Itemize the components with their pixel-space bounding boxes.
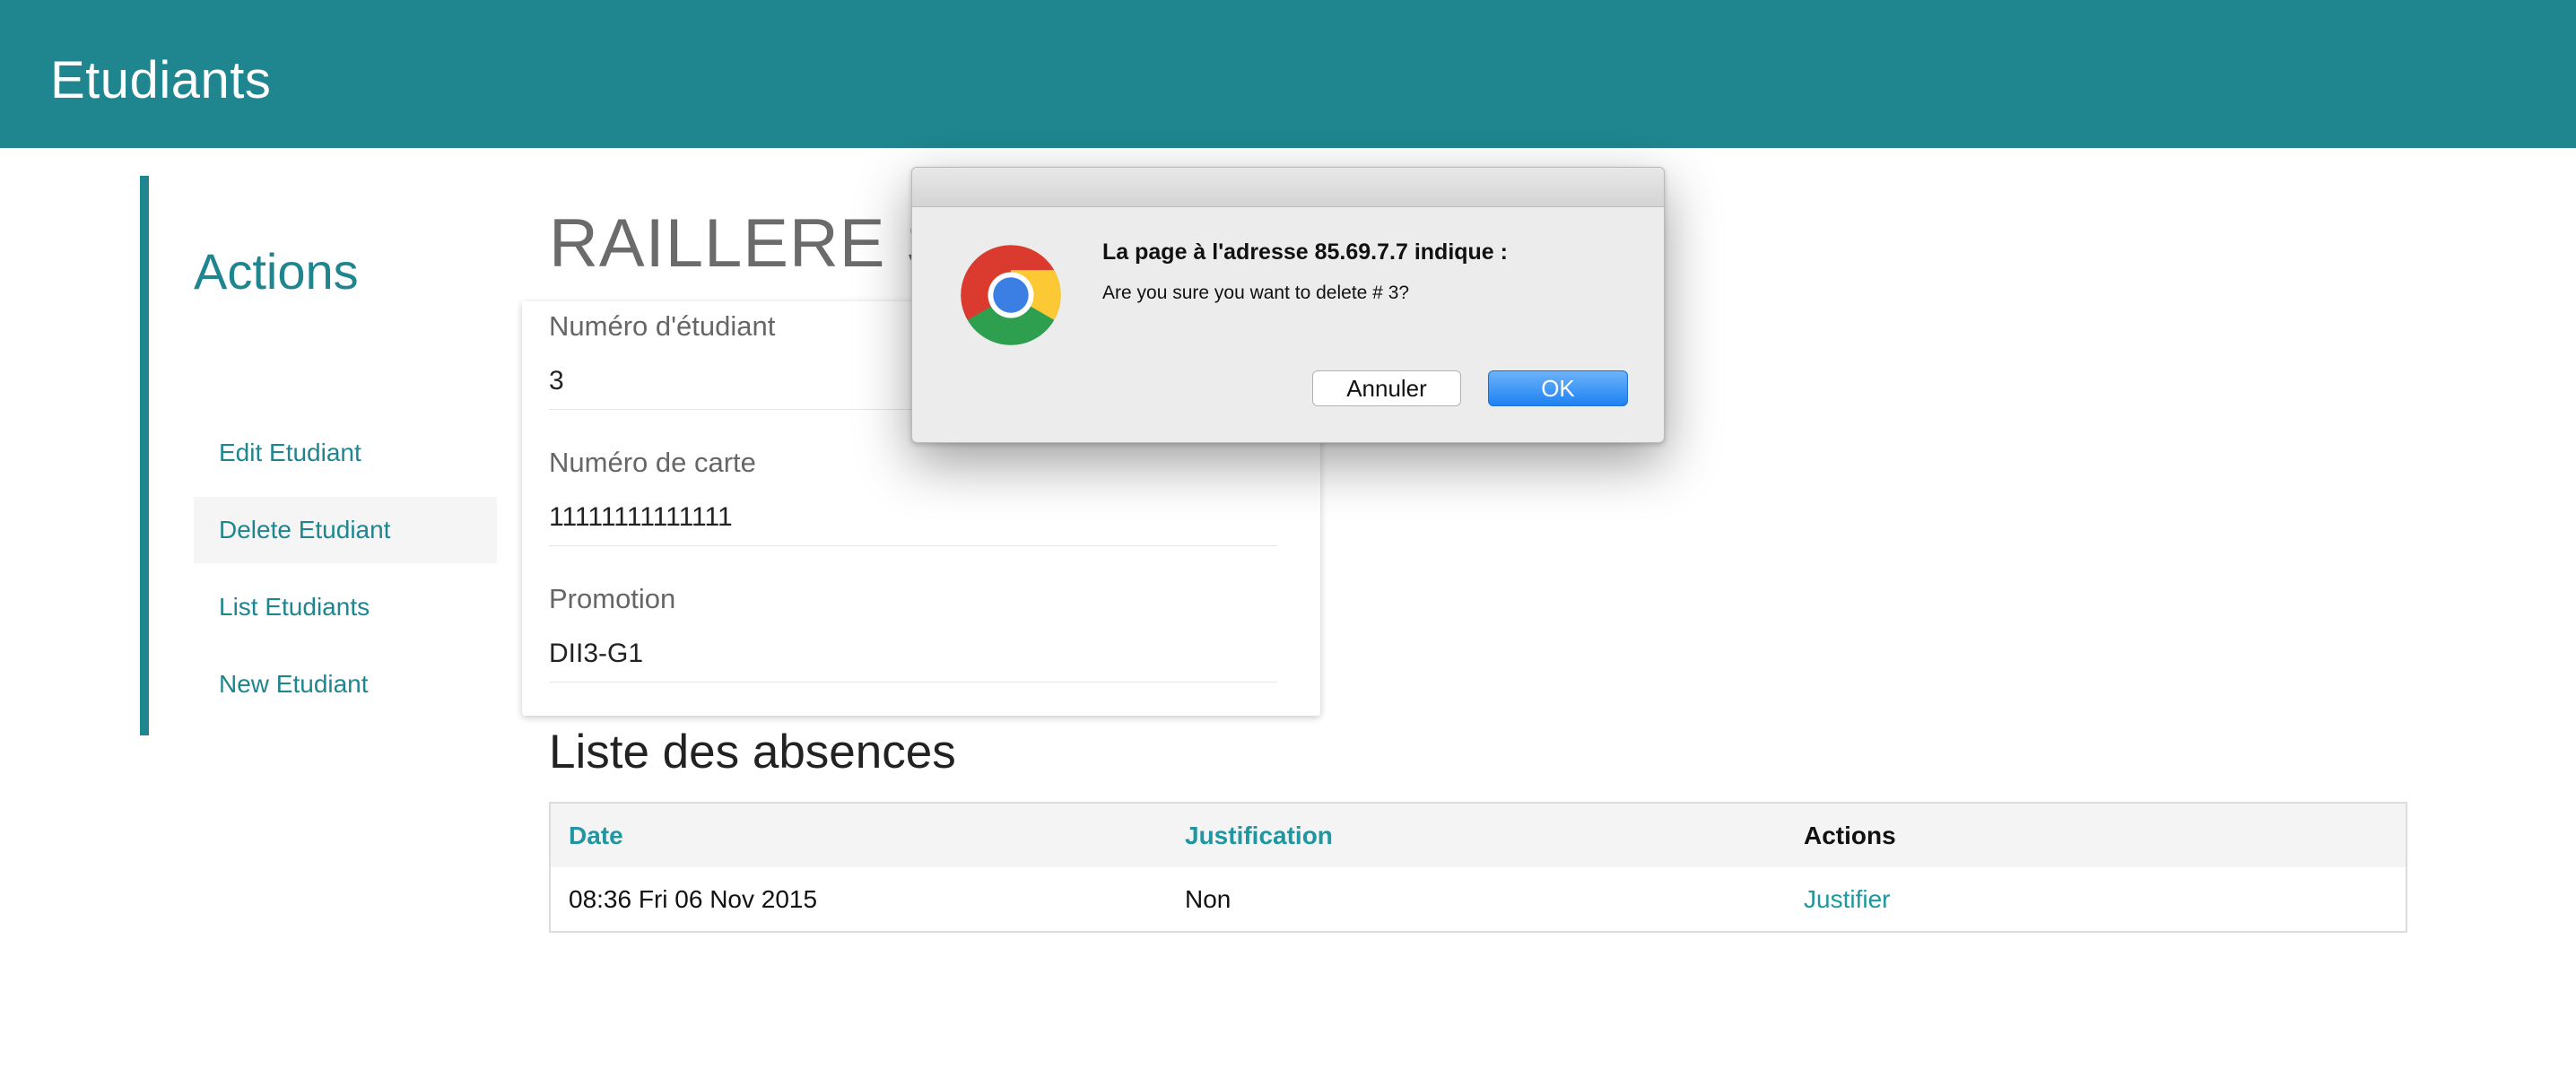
field-label: Promotion bbox=[549, 583, 676, 614]
justifier-link[interactable]: Justifier bbox=[1786, 867, 2406, 932]
sidebar-item-delete-etudiant[interactable]: Delete Etudiant bbox=[194, 497, 497, 563]
column-header-justification[interactable]: Justification bbox=[1167, 803, 1786, 867]
confirm-dialog: La page à l'adresse 85.69.7.7 indique : … bbox=[911, 167, 1665, 443]
absences-table: Date Justification Actions 08:36 Fri 06 … bbox=[549, 802, 2407, 933]
column-header-date[interactable]: Date bbox=[550, 803, 1167, 867]
sidebar-items: Edit Etudiant Delete Etudiant List Etudi… bbox=[194, 420, 497, 728]
table-header-row: Date Justification Actions bbox=[550, 803, 2406, 867]
chrome-logo-icon bbox=[961, 245, 1061, 345]
cell-justification: Non bbox=[1185, 884, 1231, 913]
field-value: 11111111111111 bbox=[549, 502, 1277, 546]
dialog-titlebar bbox=[912, 168, 1664, 207]
dialog-heading: La page à l'adresse 85.69.7.7 indique : bbox=[1102, 239, 1508, 265]
top-bar: Etudiants bbox=[0, 0, 2576, 148]
student-name-title: RAILLERE S bbox=[549, 205, 953, 282]
cell-date: 08:36 Fri 06 Nov 2015 bbox=[569, 884, 818, 913]
field-value: DII3-G1 bbox=[549, 639, 1277, 683]
cancel-button[interactable]: Annuler bbox=[1312, 370, 1461, 406]
sidebar-heading: Actions bbox=[194, 243, 359, 300]
column-header-actions: Actions bbox=[1786, 803, 2406, 867]
sidebar-item-edit-etudiant[interactable]: Edit Etudiant bbox=[194, 420, 497, 486]
field-numero-carte: Numéro de carte 11111111111111 bbox=[549, 447, 1277, 546]
ok-button[interactable]: OK bbox=[1488, 370, 1628, 406]
app-title: Etudiants bbox=[50, 51, 272, 109]
page: Etudiants Actions Edit Etudiant Delete E… bbox=[0, 0, 2576, 1087]
table-row: 08:36 Fri 06 Nov 2015 Non Justifier bbox=[550, 867, 2406, 932]
field-promotion: Promotion DII3-G1 bbox=[549, 583, 1277, 683]
dialog-message: Are you sure you want to delete # 3? bbox=[1102, 283, 1410, 303]
absences-title: Liste des absences bbox=[549, 726, 956, 778]
sidebar: Actions Edit Etudiant Delete Etudiant Li… bbox=[140, 176, 497, 735]
sidebar-item-list-etudiants[interactable]: List Etudiants bbox=[194, 574, 497, 640]
field-label: Numéro de carte bbox=[549, 447, 756, 478]
sidebar-item-new-etudiant[interactable]: New Etudiant bbox=[194, 651, 497, 717]
